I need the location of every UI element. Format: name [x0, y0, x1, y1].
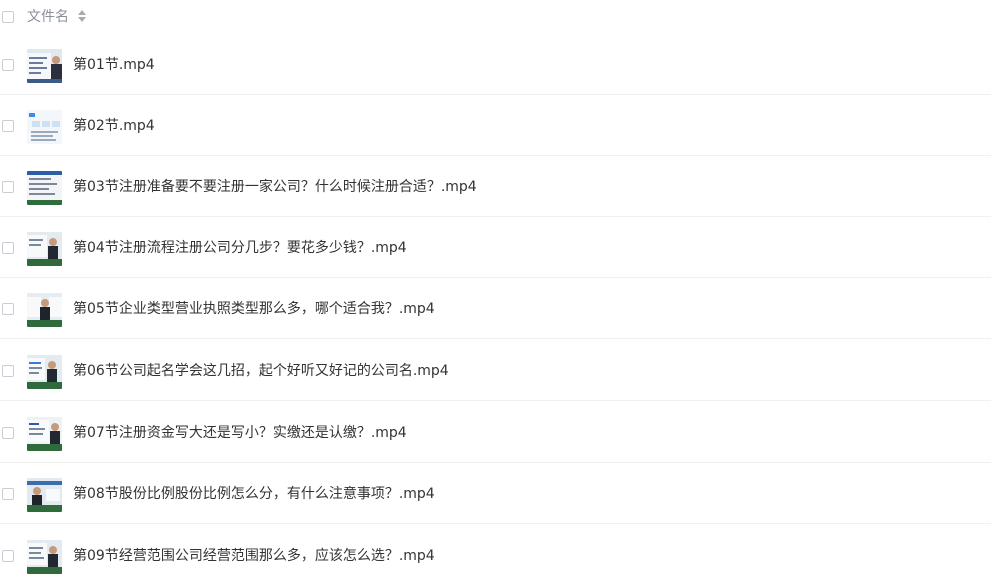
file-row[interactable]: 第07节注册资金写大还是写小？实缴还是认缴？.mp4	[0, 402, 991, 463]
file-name[interactable]: 第02节.mp4	[73, 117, 155, 135]
row-checkbox[interactable]	[2, 488, 14, 500]
sort-icon[interactable]	[78, 10, 86, 24]
file-row[interactable]: 第04节注册流程注册公司分几步？要花多少钱？.mp4	[0, 217, 991, 278]
row-checkbox[interactable]	[2, 427, 14, 439]
video-thumbnail-icon[interactable]	[27, 171, 62, 205]
file-list: 文件名 第01节.mp4 第02节.mp4 第03节注册准备要不要注册一家公司？…	[0, 0, 991, 585]
row-checkbox[interactable]	[2, 242, 14, 254]
file-name[interactable]: 第06节公司起名学会这几招，起个好听又好记的公司名.mp4	[73, 362, 449, 380]
file-name[interactable]: 第01节.mp4	[73, 56, 155, 74]
video-thumbnail-icon[interactable]	[27, 355, 62, 389]
file-row[interactable]: 第09节经营范围公司经营范围那么多，应该怎么选？.mp4	[0, 525, 991, 585]
video-thumbnail-icon[interactable]	[27, 540, 62, 574]
row-checkbox[interactable]	[2, 365, 14, 377]
file-row[interactable]: 第05节企业类型营业执照类型那么多，哪个适合我？.mp4	[0, 278, 991, 339]
file-name[interactable]: 第05节企业类型营业执照类型那么多，哪个适合我？.mp4	[73, 300, 435, 318]
video-thumbnail-icon[interactable]	[27, 478, 62, 512]
row-checkbox[interactable]	[2, 550, 14, 562]
file-name[interactable]: 第04节注册流程注册公司分几步？要花多少钱？.mp4	[73, 239, 407, 257]
video-thumbnail-icon[interactable]	[27, 49, 62, 83]
file-name[interactable]: 第07节注册资金写大还是写小？实缴还是认缴？.mp4	[73, 424, 407, 442]
file-name[interactable]: 第08节股份比例股份比例怎么分，有什么注意事项？.mp4	[73, 485, 435, 503]
select-all-checkbox[interactable]	[2, 11, 14, 23]
video-thumbnail-icon[interactable]	[27, 417, 62, 451]
video-thumbnail-icon[interactable]	[27, 293, 62, 327]
row-checkbox[interactable]	[2, 303, 14, 315]
list-header: 文件名	[0, 0, 991, 34]
file-row[interactable]: 第01节.mp4	[0, 34, 991, 95]
video-thumbnail-icon[interactable]	[27, 110, 62, 144]
file-row[interactable]: 第06节公司起名学会这几招，起个好听又好记的公司名.mp4	[0, 340, 991, 401]
file-name[interactable]: 第03节注册准备要不要注册一家公司？什么时候注册合适？.mp4	[73, 178, 477, 196]
row-checkbox[interactable]	[2, 59, 14, 71]
file-row[interactable]: 第03节注册准备要不要注册一家公司？什么时候注册合适？.mp4	[0, 156, 991, 217]
file-row[interactable]: 第02节.mp4	[0, 95, 991, 156]
video-thumbnail-icon[interactable]	[27, 232, 62, 266]
file-row[interactable]: 第08节股份比例股份比例怎么分，有什么注意事项？.mp4	[0, 463, 991, 524]
row-checkbox[interactable]	[2, 120, 14, 132]
file-name[interactable]: 第09节经营范围公司经营范围那么多，应该怎么选？.mp4	[73, 547, 435, 565]
filename-column-header[interactable]: 文件名	[27, 8, 69, 26]
row-checkbox[interactable]	[2, 181, 14, 193]
